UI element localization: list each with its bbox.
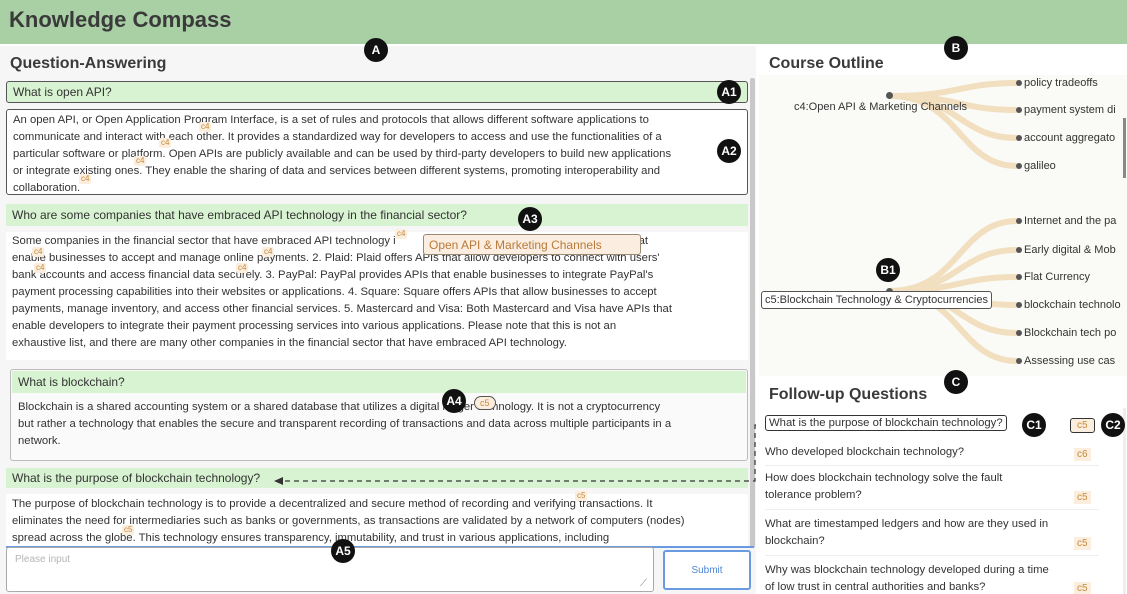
- marker-c1: C1: [1022, 413, 1046, 437]
- followup-item-3[interactable]: How does blockchain technology solve the…: [765, 470, 1099, 510]
- tree-leaf-dot: [1016, 358, 1022, 364]
- followup-panel-title: Follow-up Questions: [769, 386, 928, 403]
- tree-node-c5-label[interactable]: c5:Blockchain Technology & Cryptocurrenc…: [761, 291, 992, 309]
- followup-item-5-line: of low trust in central authorities and …: [765, 581, 986, 593]
- followup-item-4-tag[interactable]: c5: [1074, 537, 1091, 550]
- followup-scrollbar[interactable]: [1123, 408, 1126, 594]
- tree-leaf-label[interactable]: galileo: [1024, 160, 1056, 172]
- followup-item-3-line: tolerance problem?: [765, 489, 862, 501]
- followup-item-5[interactable]: Why was blockchain technology developed …: [765, 562, 1099, 594]
- outline-scrollbar[interactable]: [1123, 118, 1126, 178]
- followup-item-2-text: Who developed blockchain technology?: [765, 446, 965, 458]
- tree-leaf-dot: [1016, 163, 1022, 169]
- followup-item-1[interactable]: What is the purpose of blockchain techno…: [765, 415, 1099, 436]
- followup-item-3-line: How does blockchain technology solve the…: [765, 472, 1003, 484]
- tree-leaf-label[interactable]: blockchain technolo: [1024, 299, 1121, 311]
- tree-leaf-label[interactable]: Blockchain tech po: [1024, 327, 1116, 339]
- tree-leaf-label[interactable]: account aggregato: [1024, 132, 1115, 144]
- tree-leaf-label[interactable]: Early digital & Mob: [1024, 244, 1116, 256]
- tree-leaf-label[interactable]: payment system di: [1024, 104, 1116, 116]
- followup-item-4-line: blockchain?: [765, 535, 825, 547]
- followup-item-5-tag[interactable]: c5: [1074, 582, 1091, 594]
- tree-leaf-label[interactable]: Flat Currency: [1024, 271, 1090, 283]
- tree-leaf-dot: [1016, 302, 1022, 308]
- tree-leaf-dot: [1016, 107, 1022, 113]
- marker-c2: C2: [1101, 413, 1125, 437]
- tree-node-c4-label[interactable]: c4:Open API & Marketing Channels: [794, 101, 967, 113]
- followup-item-2-tag[interactable]: c6: [1074, 448, 1091, 461]
- tree-leaf-dot: [1016, 135, 1022, 141]
- followup-item-4-line: What are timestamped ledgers and how are…: [765, 518, 1049, 530]
- followup-item-1-text: What is the purpose of blockchain techno…: [765, 415, 1007, 431]
- marker-c: C: [944, 370, 968, 394]
- tree-leaf-label[interactable]: policy tradeoffs: [1024, 77, 1098, 89]
- tree-leaf-label[interactable]: Internet and the pa: [1024, 215, 1116, 227]
- tree-leaf-dot: [1016, 218, 1022, 224]
- tree-leaf-label[interactable]: Assessing use cas: [1024, 355, 1115, 367]
- followup-item-3-tag[interactable]: c5: [1074, 491, 1091, 504]
- tree-node-c4[interactable]: [886, 92, 893, 99]
- tree-leaf-dot: [1016, 80, 1022, 86]
- followup-item-4[interactable]: What are timestamped ledgers and how are…: [765, 516, 1099, 556]
- followup-item-1-tag[interactable]: c5: [1070, 418, 1095, 433]
- marker-b1: B1: [876, 258, 900, 282]
- tree-leaf-dot: [1016, 330, 1022, 336]
- followup-item-5-line: Why was blockchain technology developed …: [765, 564, 1049, 576]
- followup-item-2[interactable]: Who developed blockchain technology?: [765, 444, 1099, 466]
- tree-leaf-dot: [1016, 274, 1022, 280]
- tree-leaf-dot: [1016, 247, 1022, 253]
